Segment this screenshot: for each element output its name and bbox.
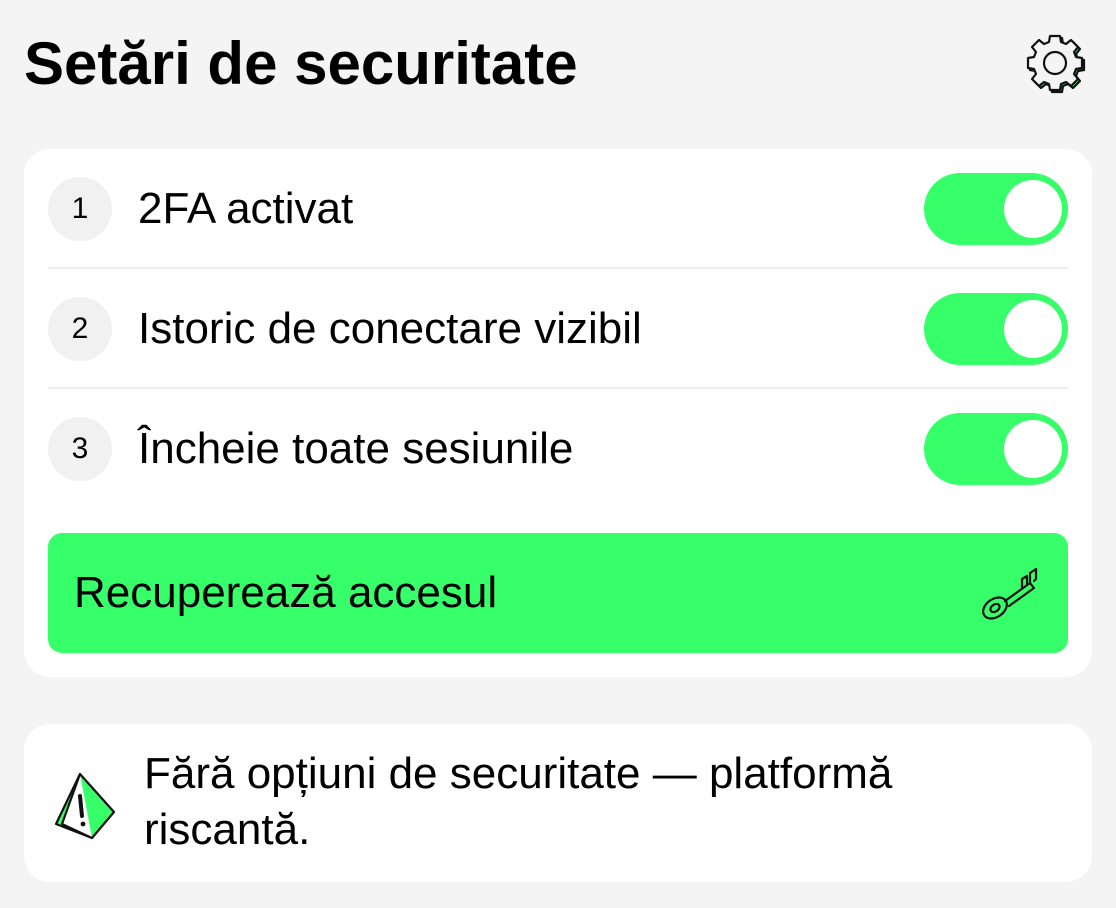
setting-label: Istoric de conectare vizibil <box>138 304 642 353</box>
setting-number: 2 <box>48 297 112 361</box>
setting-row-login-history: 2 Istoric de conectare vizibil <box>48 269 1068 389</box>
setting-row-end-sessions: 3 Încheie toate sesiunile <box>48 389 1068 509</box>
toggle-knob <box>1004 180 1062 238</box>
setting-label: 2FA activat <box>138 184 354 233</box>
warning-icon <box>54 772 116 840</box>
setting-row-2fa: 1 2FA activat <box>48 149 1068 269</box>
recover-access-button[interactable]: Recuperează accesul <box>48 533 1068 653</box>
toggle-knob <box>1004 300 1062 358</box>
security-settings-card: 1 2FA activat 2 Istoric de conectare viz… <box>24 149 1092 677</box>
setting-label: Încheie toate sesiunile <box>138 424 574 473</box>
warning-text: Fără opțiuni de securitate — platformă r… <box>144 749 893 854</box>
gear-icon[interactable] <box>1022 28 1088 98</box>
page-title: Setări de securitate <box>24 30 578 97</box>
warning-banner: Fără opțiuni de securitate — platformă r… <box>24 724 1092 882</box>
toggle-end-sessions[interactable] <box>924 413 1068 485</box>
setting-number: 1 <box>48 177 112 241</box>
recover-access-label: Recuperează accesul <box>74 568 498 617</box>
toggle-2fa[interactable] <box>924 173 1068 245</box>
key-icon <box>982 567 1038 620</box>
toggle-login-history[interactable] <box>924 293 1068 365</box>
setting-number: 3 <box>48 417 112 481</box>
toggle-knob <box>1004 420 1062 478</box>
